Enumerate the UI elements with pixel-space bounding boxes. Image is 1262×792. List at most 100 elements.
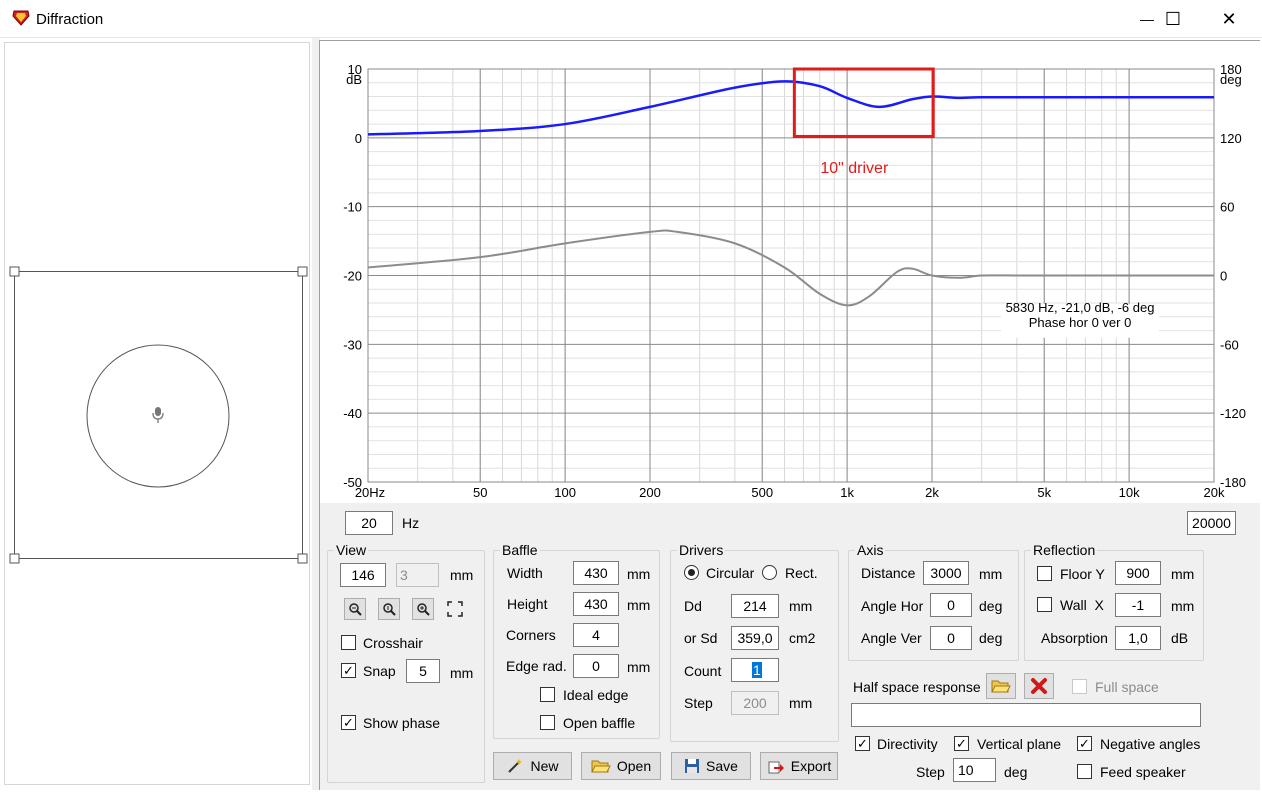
sd-label: or Sd: [684, 630, 718, 646]
feed-speaker-checkbox[interactable]: [1077, 764, 1092, 779]
edge-radius-input[interactable]: 0: [573, 654, 619, 678]
magnitude-curve: [367, 80, 1214, 136]
y-left-tick-label: -10: [343, 200, 362, 215]
edge-radius-label: Edge rad.: [506, 658, 567, 674]
full-space-label: Full space: [1095, 679, 1159, 695]
open-baffle-checkbox[interactable]: [540, 715, 555, 730]
width-unit: mm: [627, 566, 651, 582]
directivity-step-input[interactable]: 10: [953, 758, 996, 782]
floor-checkbox[interactable]: [1037, 566, 1052, 581]
count-value: 1: [752, 662, 762, 678]
annotation-text: 10" driver: [820, 160, 889, 177]
floor-label: Floor Y: [1060, 566, 1105, 582]
rect-radio[interactable]: [762, 565, 777, 580]
close-button[interactable]: ✕: [1200, 0, 1258, 38]
width-input[interactable]: 430: [573, 561, 619, 585]
clear-half-space-button[interactable]: [1024, 673, 1054, 699]
freq-max-input[interactable]: 20000: [1187, 511, 1236, 535]
absorption-label: Absorption: [1041, 630, 1108, 646]
view-y-input: 3: [396, 563, 439, 587]
half-space-label: Half space response: [853, 679, 981, 695]
y-right-axis-label: deg: [1220, 72, 1242, 87]
reflection-legend: Reflection: [1033, 542, 1096, 558]
new-label: New: [530, 758, 559, 774]
angle-hor-input[interactable]: 0: [930, 593, 972, 617]
distance-input[interactable]: 3000: [923, 561, 969, 585]
zoom-in-button[interactable]: [412, 598, 434, 620]
baffle-canvas[interactable]: [5, 43, 311, 786]
zoom-out-icon: [349, 603, 362, 616]
absorption-input[interactable]: 1,0: [1115, 626, 1161, 650]
magic-wand-icon: [508, 759, 523, 773]
freq-min-input[interactable]: 20: [345, 511, 393, 535]
x-tick-label: 100: [554, 485, 576, 500]
resize-handle: [297, 553, 308, 564]
baffle-view[interactable]: [4, 42, 310, 785]
x-tick-label: 5k: [1037, 485, 1051, 500]
folder-open-icon: [591, 760, 611, 773]
y-right-tick-label: -180: [1220, 475, 1246, 490]
angle-ver-input[interactable]: 0: [930, 626, 972, 650]
title-bar: Diffraction — ☐ ✕: [0, 0, 1262, 38]
corners-input[interactable]: 4: [573, 623, 619, 647]
dd-label: Dd: [684, 598, 702, 614]
diamond-icon: [12, 10, 30, 26]
cursor-readout-line: Phase hor 0 ver 0: [1029, 315, 1132, 330]
close-icon: ✕: [1221, 8, 1237, 29]
export-icon: [768, 761, 784, 774]
wall-input[interactable]: -1: [1115, 593, 1161, 617]
plot-area: 20Hz 50 100 200 500 1k 2k 5k 10k 20k 10 0 -10 -20 -30-…: [320, 41, 1261, 503]
show-phase-checkbox[interactable]: ✓: [341, 715, 356, 730]
baffle-legend: Baffle: [502, 542, 538, 558]
frequency-response-chart[interactable]: 20Hz 50 100 200 500 1k 2k 5k 10k 20k100-10-20-30-…: [320, 41, 1261, 503]
floppy-disk-icon: [685, 759, 700, 773]
load-half-space-button[interactable]: [986, 673, 1016, 699]
negative-angles-checkbox[interactable]: ✓: [1077, 736, 1092, 751]
maximize-button[interactable]: ☐: [1144, 0, 1202, 38]
x-tick-label: 2k: [925, 485, 939, 500]
zoom-out-button[interactable]: [344, 598, 366, 620]
dd-input[interactable]: 214: [731, 594, 779, 618]
sd-input[interactable]: 359,0: [731, 626, 779, 650]
height-input[interactable]: 430: [573, 592, 619, 616]
directivity-checkbox[interactable]: ✓: [855, 736, 870, 751]
width-label: Width: [507, 565, 543, 581]
count-label: Count: [684, 663, 722, 679]
main-panel: 20Hz 50 100 200 500 1k 2k 5k 10k 20k 10 0 -10 -20 -30-…: [319, 40, 1261, 790]
fit-view-button[interactable]: [444, 598, 466, 620]
count-input[interactable]: 1: [731, 658, 779, 682]
zoom-in-icon: [417, 603, 430, 616]
step-unit: mm: [789, 695, 813, 711]
circular-radio[interactable]: [684, 565, 699, 580]
vertical-plane-checkbox[interactable]: ✓: [954, 736, 969, 751]
view-x-input[interactable]: 146: [340, 563, 386, 587]
view-unit: mm: [450, 567, 474, 583]
half-space-file-input[interactable]: [851, 703, 1201, 727]
floor-input[interactable]: 900: [1115, 561, 1161, 585]
crosshair-checkbox[interactable]: [341, 635, 356, 650]
x-tick-label: 50: [473, 485, 487, 500]
y-left-tick-label: -30: [343, 337, 362, 352]
new-button[interactable]: New: [493, 752, 572, 780]
wall-checkbox[interactable]: [1037, 597, 1052, 612]
ideal-edge-checkbox[interactable]: [540, 687, 555, 702]
wall-label: Wall X: [1060, 597, 1104, 613]
snap-input[interactable]: 5: [406, 659, 440, 683]
cursor-readout-line: 5830 Hz, -21,0 dB, -6 deg: [1006, 300, 1155, 315]
angle-hor-label: Angle Hor: [861, 598, 924, 614]
save-button[interactable]: Save: [671, 752, 751, 780]
y-right-tick-label: 120: [1220, 131, 1242, 146]
show-phase-label: Show phase: [363, 715, 441, 731]
y-right-tick-label: -60: [1220, 337, 1239, 352]
phase-curve: [367, 229, 1214, 307]
zoom-reset-button[interactable]: [378, 598, 400, 620]
y-left-tick-label: -40: [343, 406, 362, 421]
angle-hor-unit: deg: [979, 598, 1003, 614]
step-input: 200: [731, 691, 779, 715]
snap-checkbox[interactable]: ✓: [341, 663, 356, 678]
full-space-checkbox: [1072, 679, 1087, 694]
folder-open-icon: [991, 680, 1011, 693]
export-button[interactable]: Export: [760, 752, 838, 780]
circular-label: Circular: [706, 565, 755, 581]
open-button[interactable]: Open: [581, 752, 661, 780]
